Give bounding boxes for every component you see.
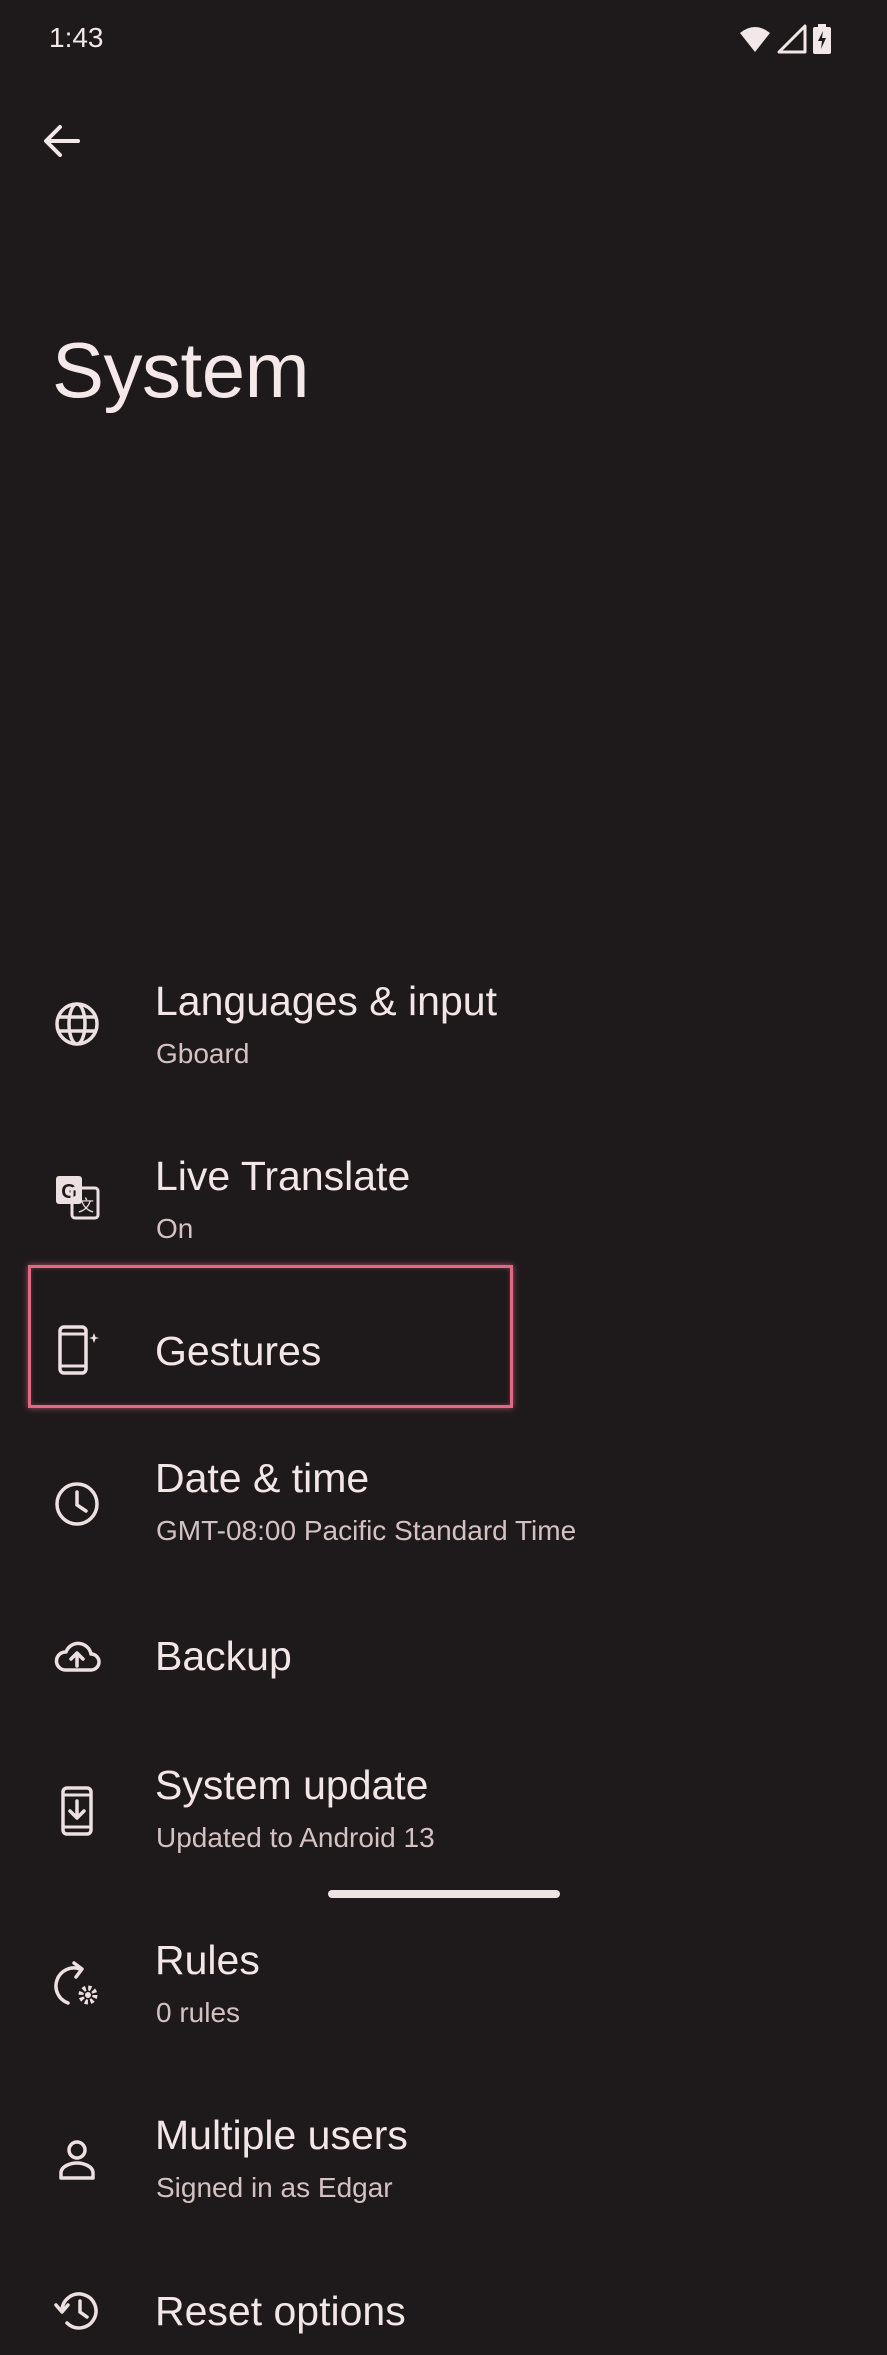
page-title: System	[52, 326, 310, 414]
setting-item-gestures[interactable]: Gestures	[0, 1305, 887, 1395]
setting-subtitle-multiple-users: Signed in as Edgar	[156, 2172, 393, 2203]
setting-item-date-time[interactable]: Date & time GMT-08:00 Pacific Standard T…	[0, 1440, 887, 1570]
cellular-signal-icon	[777, 24, 807, 54]
setting-title-languages: Languages & input	[155, 978, 497, 1024]
setting-item-reset-options[interactable]: Reset options	[0, 2265, 887, 2355]
back-button[interactable]	[30, 110, 92, 172]
setting-item-backup[interactable]: Backup	[0, 1610, 887, 1700]
translate-icon: G 文	[52, 1172, 102, 1222]
setting-subtitle-date-time: GMT-08:00 Pacific Standard Time	[156, 1515, 577, 1546]
setting-title-backup: Backup	[155, 1633, 292, 1679]
setting-subtitle-rules: 0 rules	[156, 1997, 241, 2028]
setting-title-system-update: System update	[155, 1762, 429, 1808]
system-update-icon	[52, 1786, 102, 1836]
setting-subtitle-languages: Gboard	[156, 1038, 250, 1069]
svg-text:文: 文	[78, 1196, 94, 1215]
svg-text:G: G	[61, 1181, 77, 1203]
person-icon	[52, 2135, 102, 2185]
status-bar: 1:43	[0, 0, 887, 80]
setting-title-gestures: Gestures	[155, 1328, 322, 1374]
setting-item-languages[interactable]: Languages & input Gboard	[0, 960, 887, 1090]
setting-title-date-time: Date & time	[155, 1455, 370, 1501]
battery-charging-icon	[813, 24, 831, 54]
gesture-phone-icon	[52, 1325, 102, 1375]
history-icon	[52, 2286, 102, 2336]
setting-subtitle-live-translate: On	[156, 1213, 194, 1244]
setting-title-multiple-users: Multiple users	[155, 2112, 408, 2158]
gesture-nav-handle[interactable]	[328, 1890, 560, 1898]
status-time: 1:43	[49, 22, 104, 53]
globe-icon	[52, 999, 102, 1049]
setting-title-live-translate: Live Translate	[155, 1153, 411, 1199]
status-icons	[739, 24, 831, 54]
clock-icon	[52, 1479, 102, 1529]
setting-item-live-translate[interactable]: G 文 Live Translate On	[0, 1135, 887, 1265]
wifi-icon	[739, 25, 771, 53]
setting-title-rules: Rules	[155, 1937, 260, 1983]
rules-icon	[52, 1960, 102, 2010]
setting-subtitle-system-update: Updated to Android 13	[156, 1822, 435, 1853]
cloud-upload-icon	[52, 1631, 102, 1681]
setting-title-reset-options: Reset options	[155, 2288, 406, 2334]
setting-item-multiple-users[interactable]: Multiple users Signed in as Edgar	[0, 2095, 887, 2225]
arrow-back-icon	[42, 124, 80, 158]
setting-item-system-update[interactable]: System update Updated to Android 13	[0, 1745, 887, 1875]
setting-item-rules[interactable]: Rules 0 rules	[0, 1920, 887, 2050]
